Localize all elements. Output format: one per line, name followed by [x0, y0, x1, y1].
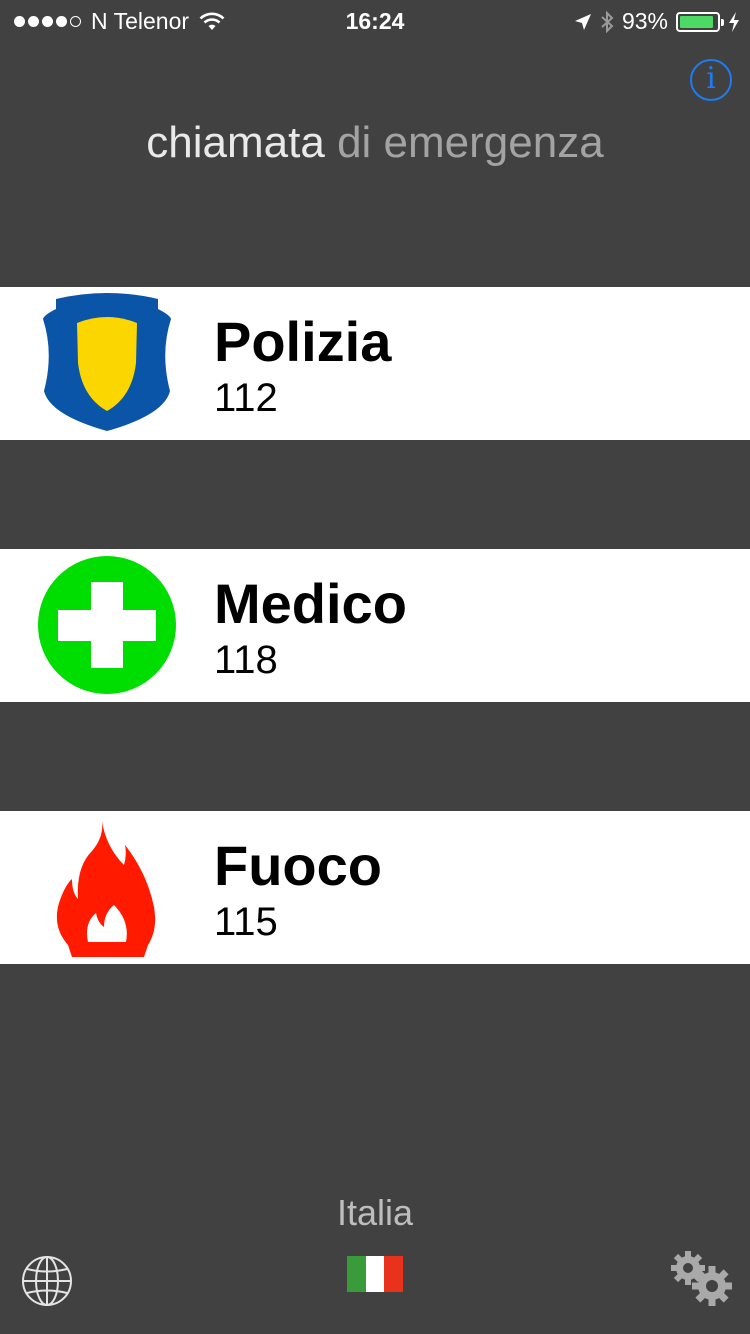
info-button[interactable]: i [690, 59, 732, 101]
battery-percent: 93% [621, 8, 668, 34]
battery-icon [676, 11, 724, 32]
settings-gears-icon[interactable] [668, 1248, 734, 1308]
service-name: Fuoco [214, 834, 382, 897]
service-number: 118 [214, 638, 278, 682]
country-name: Italia [336, 1192, 414, 1233]
status-right: 93% [574, 8, 740, 35]
info-icon: i [706, 61, 716, 96]
bluetooth-icon [601, 10, 614, 33]
service-number: 115 [214, 900, 278, 944]
service-number: 112 [214, 376, 278, 420]
service-row-medical[interactable]: Medico 118 [0, 549, 750, 702]
service-row-fire[interactable]: Fuoco 115 [0, 811, 750, 964]
title-part-2: di emergenza [337, 118, 604, 167]
flag-stripe-white [365, 1256, 385, 1292]
flag-stripe-red [384, 1256, 404, 1292]
title-part-1: chiamata [146, 118, 325, 167]
charging-bolt-icon [729, 11, 739, 32]
globe-icon[interactable] [20, 1254, 74, 1308]
flag-stripe-green [347, 1256, 366, 1292]
page-title: chiamata di emergenza [0, 118, 750, 168]
status-bar: N Telenor 16:24 93% [0, 0, 750, 40]
fire-icon [56, 821, 156, 957]
service-name: Polizia [214, 310, 392, 373]
service-name: Medico [214, 572, 407, 635]
location-arrow-icon [574, 13, 591, 30]
italy-flag-icon[interactable] [347, 1256, 404, 1292]
police-badge-icon [43, 293, 171, 431]
service-row-police[interactable]: Polizia 112 [0, 287, 750, 440]
medical-cross-icon [38, 556, 176, 694]
